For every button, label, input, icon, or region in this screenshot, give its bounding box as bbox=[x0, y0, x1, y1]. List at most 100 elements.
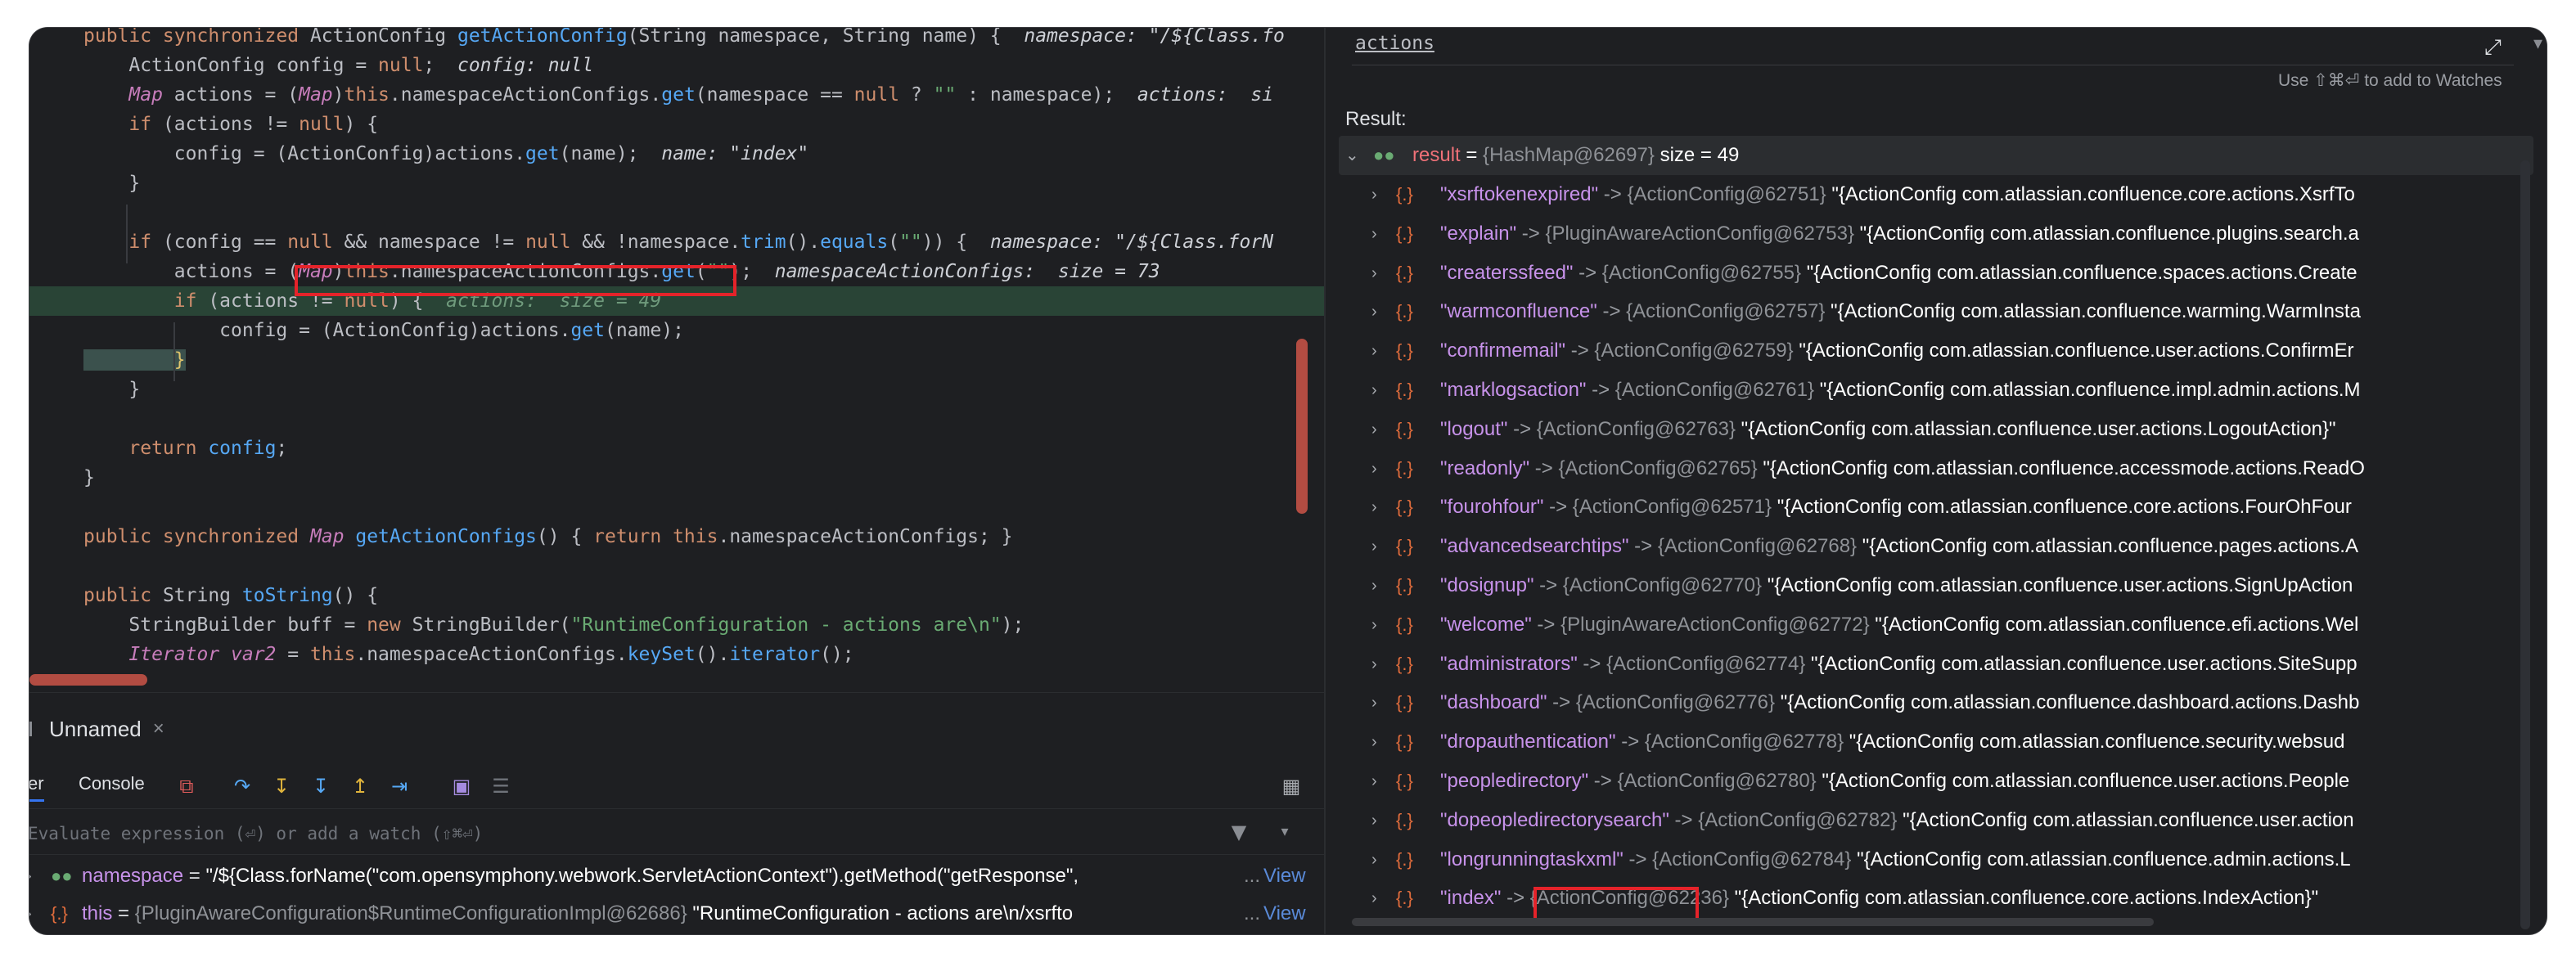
code-line[interactable]: StringBuilder buff = new StringBuilder("… bbox=[29, 610, 1324, 640]
code-line[interactable]: Iterator var2 = this.namespaceActionConf… bbox=[29, 640, 1324, 669]
expand-chevron-icon[interactable]: › bbox=[1371, 801, 1377, 840]
variable-row-this[interactable]: › {.} this = {PluginAwareConfiguration$R… bbox=[29, 894, 1324, 933]
expand-chevron-icon[interactable]: › bbox=[1371, 175, 1377, 214]
evaluate-expression-icon[interactable]: ▣ bbox=[450, 775, 473, 798]
expand-chevron-icon[interactable]: › bbox=[1371, 527, 1377, 566]
result-entry-row[interactable]: › {.} "peopledirectory" -> {ActionConfig@6… bbox=[1339, 762, 2533, 801]
result-entry-row[interactable]: › {.} "advancedsearchtips" -> {ActionConfi… bbox=[1339, 527, 2533, 566]
code-line[interactable]: config = (ActionConfig)actions.get(name)… bbox=[29, 139, 1324, 169]
code-line[interactable]: public String toString() { bbox=[29, 581, 1324, 610]
expand-chevron-icon[interactable]: › bbox=[1371, 371, 1377, 410]
result-entry-row[interactable]: › {.} "readonly" -> {ActionConfig@62765} "… bbox=[1339, 449, 2533, 488]
history-dropdown-icon[interactable]: ▾ bbox=[1273, 821, 1296, 843]
editor-vertical-scrollbar[interactable] bbox=[1296, 339, 1308, 514]
editor-horizontal-scrollbar[interactable] bbox=[29, 674, 147, 686]
expand-chevron-icon[interactable]: › bbox=[1371, 762, 1377, 801]
result-entry-row[interactable]: › {.} "explain" -> {PluginAwareActionConfi… bbox=[1339, 214, 2533, 254]
code-token: name: "index" bbox=[661, 143, 809, 164]
chevron-down-icon[interactable]: ⌄ bbox=[1345, 136, 1359, 175]
code-line[interactable]: Map actions = (Map)this.namespaceActionC… bbox=[29, 80, 1324, 110]
code-token: (String namespace, String name) { bbox=[627, 28, 1025, 47]
result-entry-row[interactable]: › {.} "xsrftokenexpired" -> {ActionConfig@… bbox=[1339, 175, 2533, 214]
run-to-cursor-icon[interactable]: ⇥ bbox=[388, 775, 411, 798]
step-out-icon[interactable]: ↥ bbox=[349, 775, 372, 798]
code-line[interactable]: public synchronized ActionConfig getActi… bbox=[29, 28, 1324, 51]
bookmark-icon[interactable]: ▼ bbox=[1227, 821, 1250, 843]
code-line[interactable]: public synchronized Map getActionConfigs… bbox=[29, 522, 1324, 551]
expression-field[interactable]: actions ⤢ ▾ bbox=[1352, 28, 2542, 65]
expand-chevron-icon[interactable]: › bbox=[1371, 722, 1377, 762]
code-line[interactable]: } bbox=[29, 463, 1324, 492]
variable-row-namespace[interactable]: › ●● namespace = "/${Class.forName("com.… bbox=[29, 857, 1324, 896]
code-line[interactable] bbox=[29, 404, 1324, 434]
expand-chevron-icon[interactable]: › bbox=[1371, 254, 1377, 293]
result-entry-row[interactable]: › {.} "dosignup" -> {ActionConfig@62770} "… bbox=[1339, 566, 2533, 605]
result-entry-row[interactable]: › {.} "createrssfeed" -> {ActionConfig@627… bbox=[1339, 254, 2533, 293]
view-link[interactable]: View bbox=[1263, 857, 1306, 896]
code-line[interactable]: config = (ActionConfig)actions.get(name)… bbox=[29, 316, 1324, 345]
code-line[interactable]: ActionConfig config = null; config: null bbox=[29, 51, 1324, 80]
code-line[interactable]: } bbox=[29, 375, 1324, 404]
trace-icon[interactable]: ☰ bbox=[489, 775, 512, 798]
code-line[interactable]: return config; bbox=[29, 434, 1324, 463]
tab-console[interactable]: Console bbox=[79, 773, 145, 794]
expand-chevron-icon[interactable]: › bbox=[1371, 683, 1377, 722]
expand-chevron-icon[interactable]: › bbox=[29, 857, 32, 896]
code-line[interactable] bbox=[29, 198, 1324, 227]
code-token: .namespaceActionConfigs; } bbox=[718, 526, 1013, 547]
expand-chevron-icon[interactable]: › bbox=[1371, 645, 1377, 684]
result-entry-row[interactable]: › {.} "confirmemail" -> {ActionConfig@6275… bbox=[1339, 331, 2533, 371]
variable-ref: {PluginAwareConfiguration$RuntimeConfigu… bbox=[134, 902, 693, 924]
code-line[interactable]: } bbox=[29, 345, 1324, 375]
code-line[interactable]: } bbox=[29, 169, 1324, 198]
result-entry-row[interactable]: › {.} "fourohfour" -> {ActionConfig@62571}… bbox=[1339, 488, 2533, 527]
view-link[interactable]: View bbox=[1263, 894, 1306, 933]
result-entry-row[interactable]: › {.} "logout" -> {ActionConfig@62763} "{A… bbox=[1339, 410, 2533, 449]
result-entry-row[interactable]: › {.} "marklogsaction" -> {ActionConfig@62… bbox=[1339, 371, 2533, 410]
chevron-down-icon[interactable]: ▾ bbox=[2533, 33, 2542, 54]
debug-session-tab[interactable]: Unnamed × bbox=[29, 714, 164, 744]
result-entry-row[interactable]: › {.} "dopeopledirectorysearch" -> {Action… bbox=[1339, 801, 2533, 840]
result-root-row[interactable]: ⌄ ●● result = {HashMap@62697} size = 49 bbox=[1339, 136, 2533, 175]
expand-chevron-icon[interactable]: › bbox=[1371, 840, 1377, 879]
expand-chevron-icon[interactable]: › bbox=[1371, 449, 1377, 488]
result-entry-row[interactable]: › {.} "dropauthentication" -> {ActionConfi… bbox=[1339, 722, 2533, 762]
expand-chevron-icon[interactable]: › bbox=[1371, 488, 1377, 527]
expand-chevron-icon[interactable]: › bbox=[1371, 214, 1377, 254]
expression-text[interactable]: actions bbox=[1355, 33, 1434, 54]
result-entry-row[interactable]: › {.} "administrators" -> {ActionConfig@62… bbox=[1339, 645, 2533, 684]
code-token: null bbox=[853, 84, 900, 106]
expand-chevron-icon[interactable]: › bbox=[29, 894, 32, 933]
code-line[interactable] bbox=[29, 492, 1324, 522]
expand-chevron-icon[interactable]: › bbox=[1371, 292, 1377, 331]
close-icon[interactable]: × bbox=[153, 717, 164, 740]
code-editor[interactable]: Iterator var2 = this.namespaceActionConf… bbox=[29, 28, 1324, 692]
result-entry-row[interactable]: › {.} "warmconfluence" -> {ActionConfig@62… bbox=[1339, 292, 2533, 331]
layout-settings-icon[interactable]: ▦ bbox=[1280, 775, 1303, 798]
code-line[interactable] bbox=[29, 551, 1324, 581]
result-tree[interactable]: ⌄ ●● result = {HashMap@62697} size = 49 … bbox=[1339, 136, 2533, 931]
expand-chevron-icon[interactable]: › bbox=[1371, 410, 1377, 449]
result-horizontal-scrollbar[interactable] bbox=[1352, 918, 2154, 926]
expand-chevron-icon[interactable]: › bbox=[1371, 605, 1377, 645]
result-entry-row[interactable]: › {.} "longrunningtaskxml" -> {ActionConfi… bbox=[1339, 840, 2533, 879]
evaluate-expression-input[interactable] bbox=[29, 819, 1214, 848]
expand-chevron-icon[interactable]: › bbox=[1371, 566, 1377, 605]
result-entry-row[interactable]: › {.} "index" -> {ActionConfig@62236} "{Ac… bbox=[1339, 879, 2533, 918]
tab-debugger[interactable]: er bbox=[29, 773, 44, 802]
step-over-icon[interactable]: ↷ bbox=[231, 775, 254, 798]
code-token: (); bbox=[820, 644, 854, 665]
code-text: if (actions != null) { bbox=[83, 110, 378, 139]
entry-ref: {ActionConfig@62761} bbox=[1615, 379, 1815, 401]
expand-chevron-icon[interactable]: › bbox=[1371, 331, 1377, 371]
code-line[interactable]: if (config == null && namespace != null … bbox=[29, 227, 1324, 257]
expand-chevron-icon[interactable]: › bbox=[1371, 879, 1377, 918]
step-into-icon[interactable]: ↧ bbox=[270, 775, 293, 798]
result-entry-row[interactable]: › {.} "dashboard" -> {ActionConfig@62776} … bbox=[1339, 683, 2533, 722]
force-step-into-icon[interactable]: ↧ bbox=[309, 775, 332, 798]
code-line[interactable]: if (actions != null) { bbox=[29, 110, 1324, 139]
map-entry-icon: {.} bbox=[1396, 848, 1413, 870]
result-entry-row[interactable]: › {.} "welcome" -> {PluginAwareActionConfi… bbox=[1339, 605, 2533, 645]
expand-icon[interactable]: ⤢ bbox=[2484, 34, 2502, 61]
restore-layout-icon[interactable]: ⧉ bbox=[175, 775, 198, 798]
